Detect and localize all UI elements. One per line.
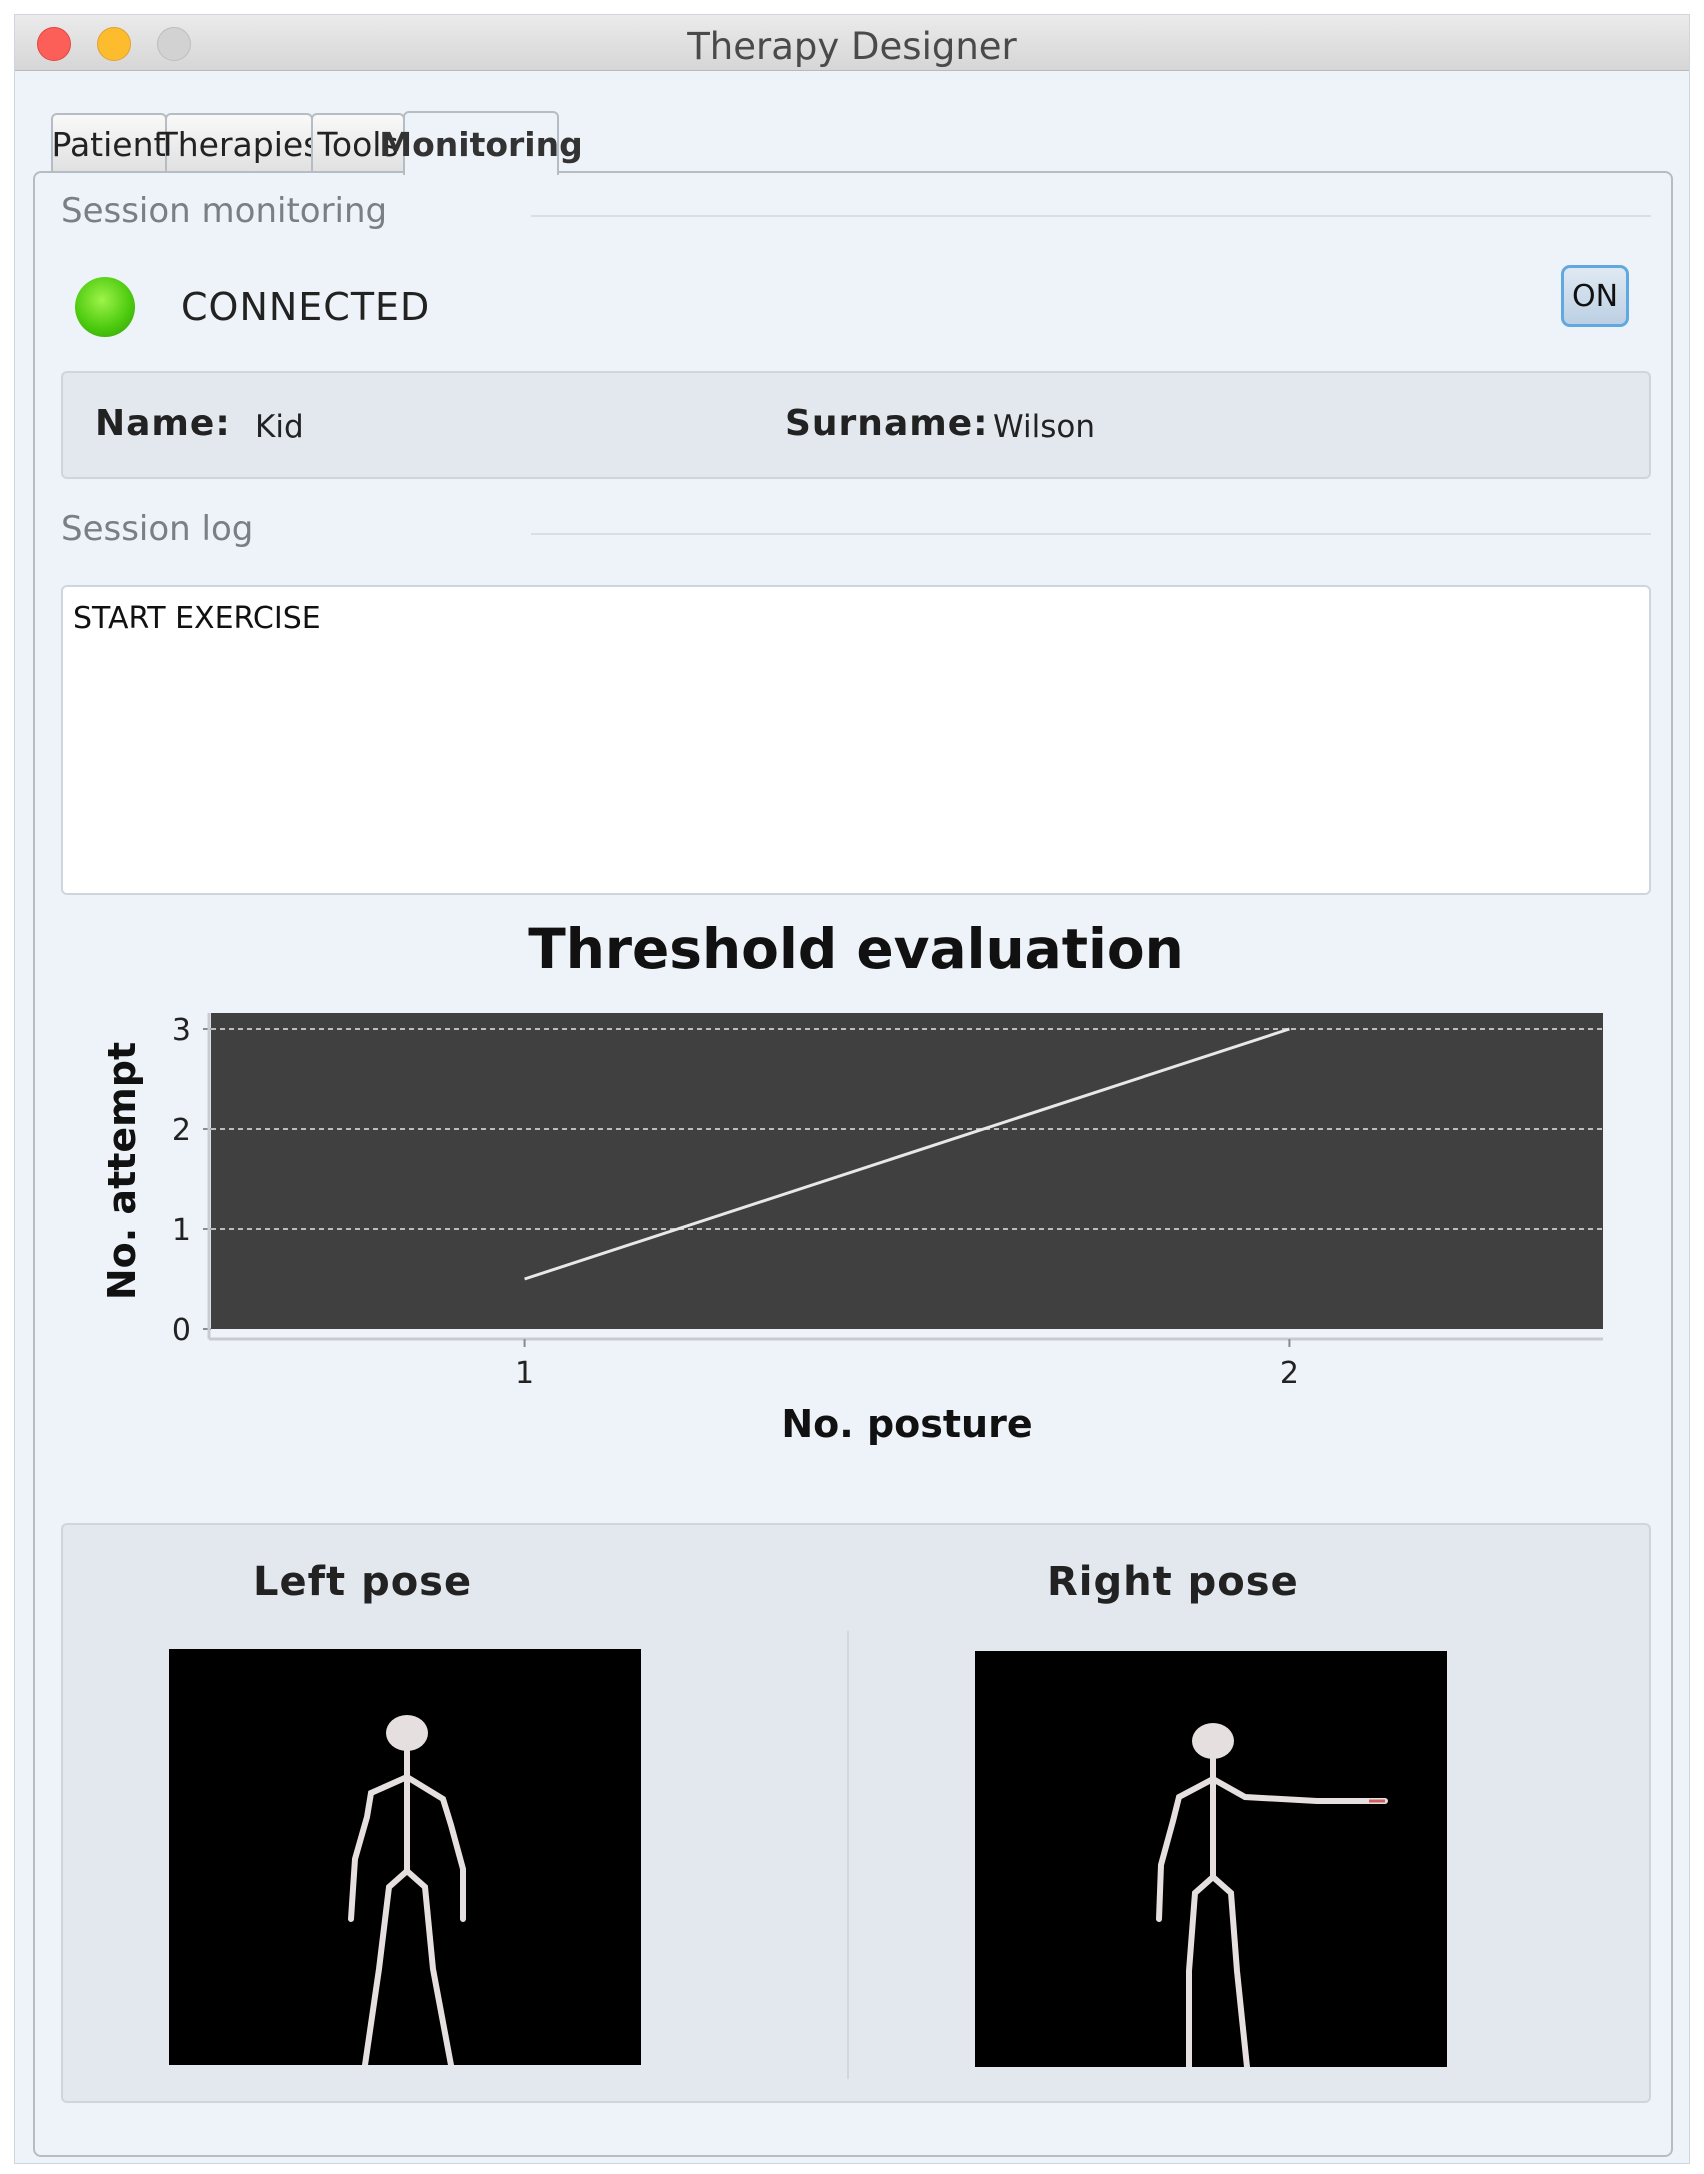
pose-panel: Left pose Right pose: [61, 1523, 1651, 2103]
y-axis-label: No. attempt: [100, 1042, 144, 1300]
name-value: Kid: [255, 409, 304, 445]
right-pose-skeleton: [975, 1651, 1447, 2067]
plot-area: [211, 1013, 1603, 1329]
tab-therapies[interactable]: Therapies: [158, 113, 320, 173]
x-tick-label: 2: [1280, 1356, 1299, 1391]
app-window: Therapy Designer Patient Therapies Tools…: [14, 14, 1690, 2164]
surname-value: Wilson: [993, 409, 1095, 445]
section-divider: [531, 533, 1651, 535]
monitoring-panel: Session monitoring CONNECTED ON Name: Ki…: [33, 171, 1673, 2157]
right-pose-title: Right pose: [1047, 1559, 1299, 1605]
on-toggle-button[interactable]: ON: [1561, 265, 1629, 327]
tab-patient[interactable]: Patient: [51, 113, 167, 173]
left-pose-skeleton: [169, 1649, 641, 2065]
name-label: Name:: [95, 403, 231, 444]
left-pose-title: Left pose: [253, 1559, 473, 1605]
window-title: Therapy Designer: [687, 25, 1017, 68]
x-tick-label: 1: [515, 1356, 534, 1391]
y-tick-label: 3: [172, 1013, 191, 1048]
surname-label: Surname:: [785, 403, 989, 444]
y-tick-label: 1: [172, 1213, 191, 1248]
threshold-chart: Threshold evaluation 012312 No. attempt …: [61, 917, 1651, 1487]
connection-status-text: CONNECTED: [181, 285, 431, 329]
session-log-textarea[interactable]: START EXERCISE: [61, 585, 1651, 895]
session-log-label: Session log: [61, 509, 254, 549]
pose-divider: [847, 1631, 849, 2079]
y-tick-label: 0: [172, 1313, 191, 1348]
session-monitoring-label: Session monitoring: [61, 191, 388, 231]
x-axis-label: No. posture: [781, 1402, 1032, 1446]
section-divider: [531, 215, 1651, 217]
connection-status-indicator: [75, 277, 135, 337]
chart-svg: 0 1 2 3 1 2 No. attempt No. posture: [100, 1013, 1603, 1446]
title-bar: Therapy Designer: [15, 15, 1689, 71]
patient-info-panel: Name: Kid Surname: Wilson: [61, 371, 1651, 479]
y-tick-label: 2: [172, 1113, 191, 1148]
tab-monitoring[interactable]: Monitoring: [379, 111, 583, 175]
